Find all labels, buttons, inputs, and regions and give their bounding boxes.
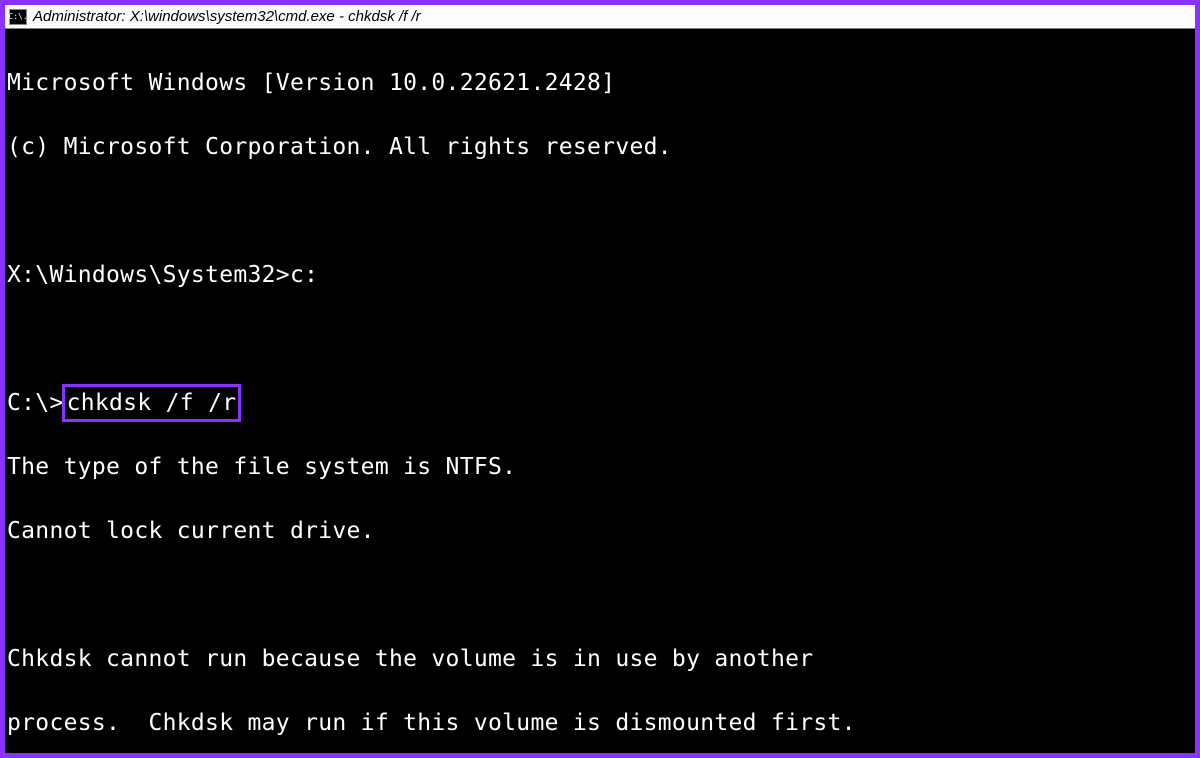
prompt2-cmd: chkdsk /f /r [67,390,237,416]
cannot-lock-line: Cannot lock current drive. [7,515,1195,547]
prompt-line-1: X:\Windows\System32>c: [7,259,1195,291]
prompt1-cmd: c: [290,262,318,288]
blank-line [7,579,1195,611]
fs-type-line: The type of the file system is NTFS. [7,451,1195,483]
window-titlebar[interactable]: C:\. Administrator: X:\windows\system32\… [5,5,1195,29]
window-frame: C:\. Administrator: X:\windows\system32\… [0,0,1200,758]
copyright-line: (c) Microsoft Corporation. All rights re… [7,131,1195,163]
highlight-cmd: chkdsk /f /r [62,384,242,422]
blank-line [7,195,1195,227]
version-line: Microsoft Windows [Version 10.0.22621.24… [7,67,1195,99]
terminal-output[interactable]: Microsoft Windows [Version 10.0.22621.24… [5,29,1195,753]
prompt-line-2: C:\>chkdsk /f /r [7,387,1195,419]
prompt1-prefix: X:\Windows\System32> [7,262,290,288]
inuse-line-1: Chkdsk cannot run because the volume is … [7,643,1195,675]
inuse-line-2: process. Chkdsk may run if this volume i… [7,707,1195,739]
prompt2-prefix: C:\> [7,390,64,416]
cmd-icon: C:\. [9,9,27,25]
blank-line [7,323,1195,355]
window-title: Administrator: X:\windows\system32\cmd.e… [33,8,421,25]
